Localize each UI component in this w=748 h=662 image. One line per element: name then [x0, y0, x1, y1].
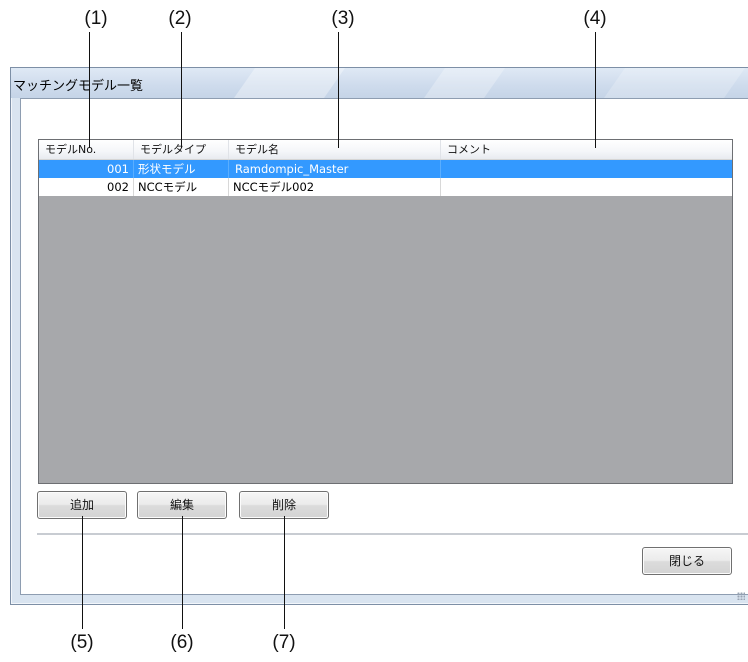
edit-button[interactable]: 編集	[137, 491, 227, 519]
delete-button[interactable]: 削除	[239, 491, 329, 519]
cell-comment	[441, 178, 732, 196]
list-header: モデルNo. モデルタイプ モデル名 コメント	[39, 140, 732, 160]
cell-comment	[441, 160, 732, 178]
callout-7: (7)	[272, 632, 296, 653]
leader-line-5	[82, 516, 83, 629]
callout-2: (2)	[168, 8, 192, 29]
column-header-model-name[interactable]: モデル名	[229, 140, 441, 159]
cell-model-name: NCCモデル002	[229, 178, 441, 196]
cell-model-name: Ramdompic_Master	[229, 160, 441, 178]
callout-5: (5)	[70, 632, 94, 653]
leader-line-2	[181, 32, 182, 148]
leader-line-1	[89, 32, 90, 148]
close-button[interactable]: 閉じる	[642, 547, 732, 575]
table-row[interactable]: 001 形状モデル Ramdompic_Master	[39, 160, 732, 178]
callout-6: (6)	[170, 632, 194, 653]
table-row[interactable]: 002 NCCモデル NCCモデル002	[39, 178, 732, 196]
callout-4: (4)	[583, 8, 607, 29]
cell-model-no: 001	[39, 160, 134, 178]
cell-model-type: NCCモデル	[134, 178, 229, 196]
dialog-client-area: モデルNo. モデルタイプ モデル名 コメント 001 形状モデル Ramdom…	[20, 98, 748, 595]
leader-line-7	[284, 516, 285, 629]
callout-3: (3)	[331, 8, 355, 29]
cell-model-no: 002	[39, 178, 134, 196]
column-header-model-no[interactable]: モデルNo.	[39, 140, 134, 159]
leader-line-3	[338, 32, 339, 148]
matching-model-list-window: マッチングモデル一覧 モデルNo. モデルタイプ モデル名 コメント 001 形…	[10, 67, 748, 605]
column-header-comment[interactable]: コメント	[441, 140, 732, 159]
model-list[interactable]: モデルNo. モデルタイプ モデル名 コメント 001 形状モデル Ramdom…	[38, 139, 733, 484]
callout-1: (1)	[84, 8, 108, 29]
separator	[37, 533, 748, 536]
cell-model-type: 形状モデル	[134, 160, 229, 178]
resize-grip[interactable]	[737, 592, 745, 600]
add-button[interactable]: 追加	[37, 491, 127, 519]
window-title: マッチングモデル一覧	[13, 79, 144, 94]
leader-line-6	[182, 516, 183, 629]
leader-line-4	[595, 32, 596, 148]
title-bar[interactable]: マッチングモデル一覧	[11, 68, 748, 98]
